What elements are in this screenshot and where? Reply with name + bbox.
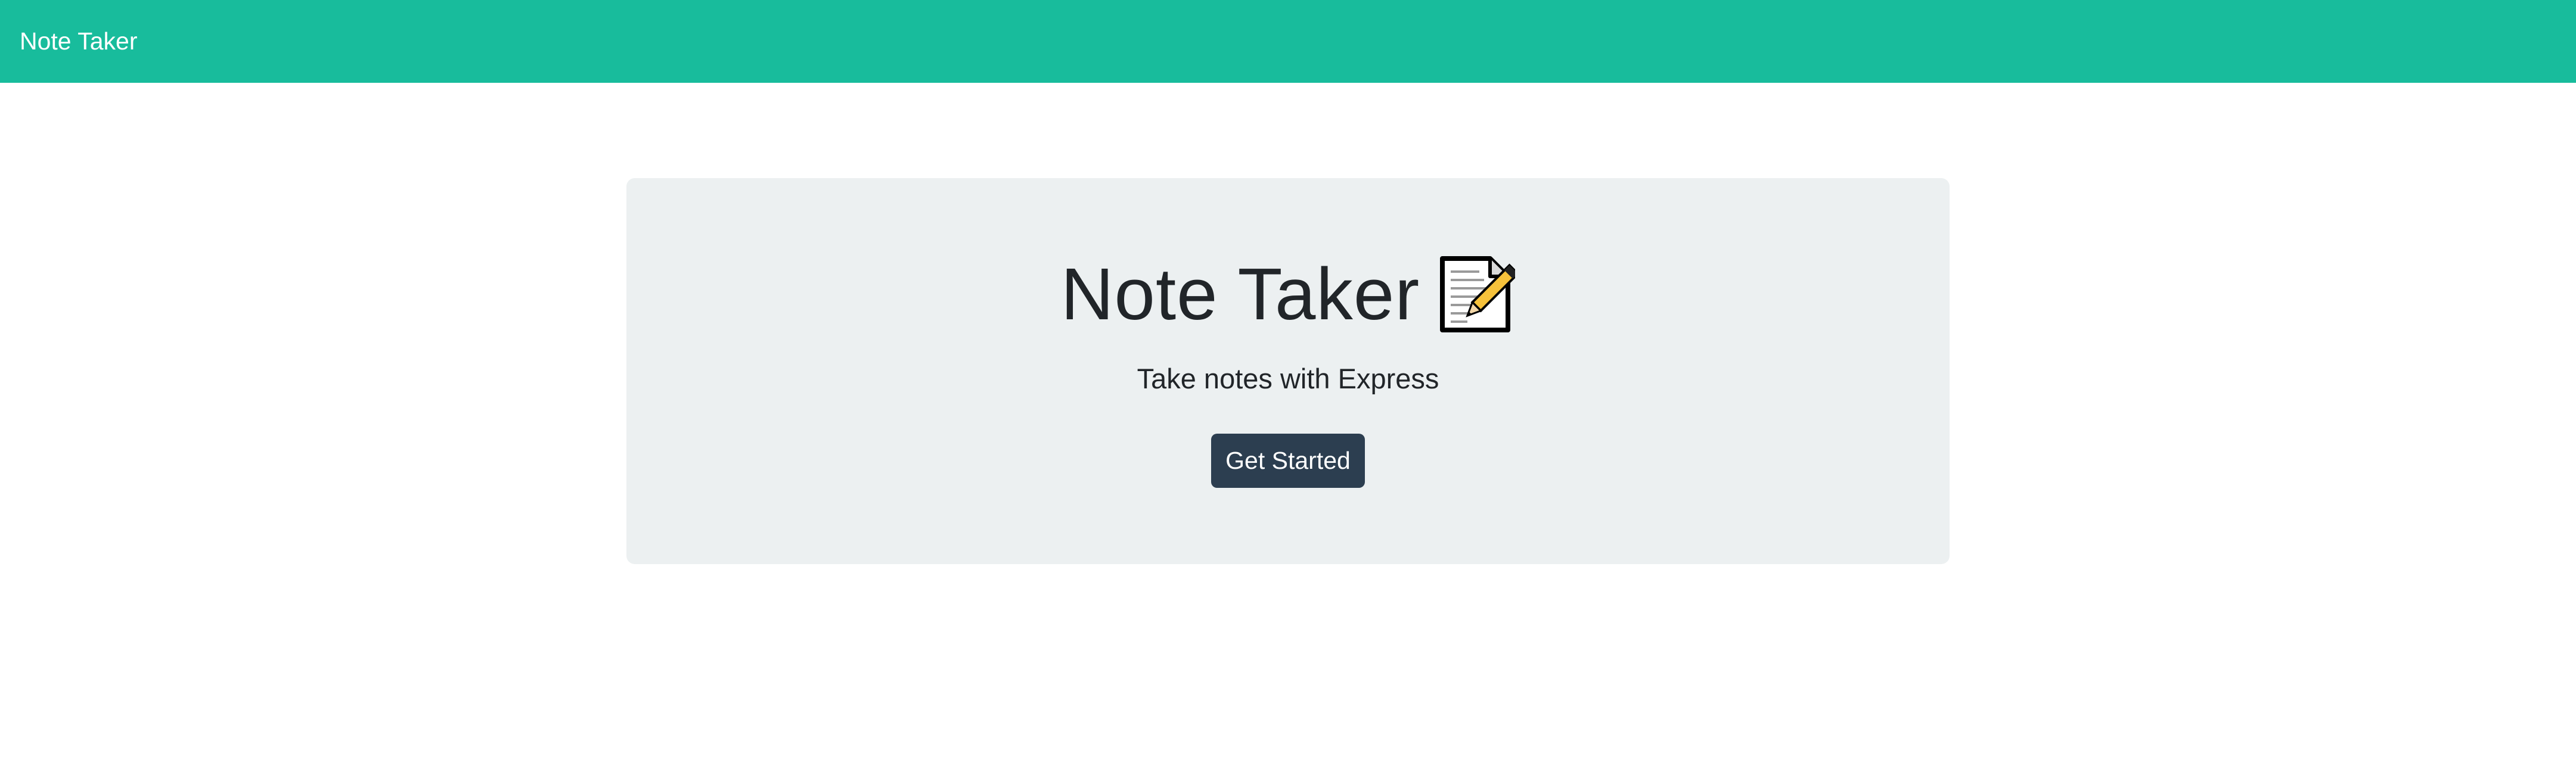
hero-subtitle: Take notes with Express	[1137, 363, 1439, 394]
hero-button-wrapper: Get Started	[626, 434, 1950, 488]
get-started-button[interactable]: Get Started	[1211, 434, 1365, 488]
hero-title-row: Note Taker	[626, 250, 1950, 340]
memo-icon	[1438, 256, 1520, 334]
navbar: Note Taker	[0, 0, 2576, 83]
hero-title: Note Taker	[1060, 254, 1420, 335]
hero-jumbotron: Note Taker Take notes with Express Get S…	[626, 178, 1950, 564]
navbar-brand[interactable]: Note Taker	[20, 27, 138, 55]
